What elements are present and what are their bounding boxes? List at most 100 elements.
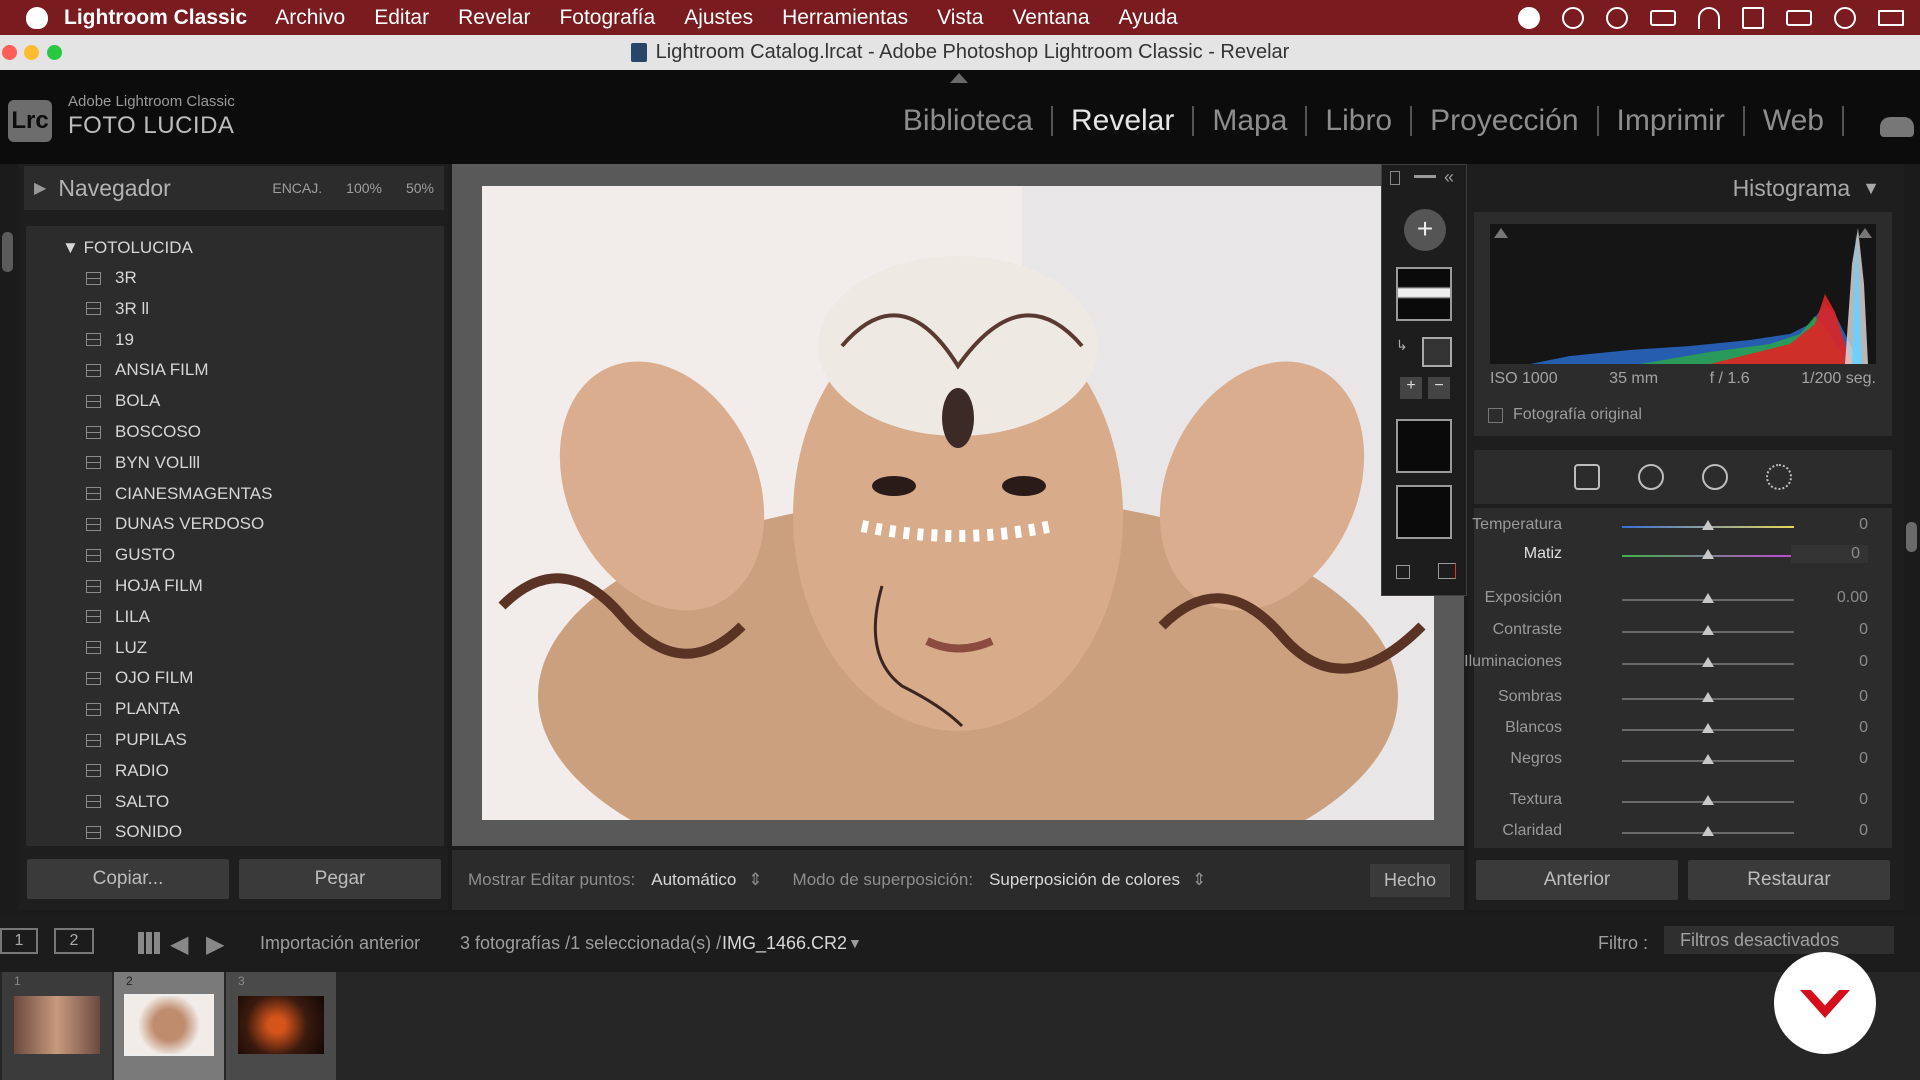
module-web[interactable]: Web	[1763, 104, 1824, 138]
source-label[interactable]: Importación anterior	[260, 933, 420, 954]
preset-item[interactable]: HOJA FILM	[86, 576, 203, 596]
menu-archivo[interactable]: Archivo	[275, 6, 345, 30]
collapse-triangle-icon[interactable]: ▼	[1862, 178, 1880, 199]
menu-fotografia[interactable]: Fotografía	[559, 6, 655, 30]
slider-knob[interactable]	[1702, 826, 1714, 836]
module-proyeccion[interactable]: Proyección	[1430, 104, 1578, 138]
slider-value[interactable]: 0	[1859, 516, 1868, 534]
preset-item[interactable]: 3R	[86, 268, 137, 288]
thumbnail-2[interactable]	[124, 994, 214, 1056]
show-overlay-checkbox[interactable]	[1396, 565, 1410, 579]
preset-item[interactable]: PLANTA	[86, 699, 180, 719]
paste-button[interactable]: Pegar	[239, 859, 441, 899]
mask-subtract-button[interactable]: −	[1428, 377, 1450, 399]
slider-knob[interactable]	[1702, 657, 1714, 667]
filename[interactable]: IMG_1466.CR2	[722, 933, 847, 954]
mask-thumbnail-3[interactable]	[1396, 485, 1452, 539]
histogram-graph[interactable]	[1490, 224, 1876, 364]
preset-item[interactable]: 3R ll	[86, 299, 149, 319]
brush-mask-icon[interactable]	[1422, 337, 1452, 367]
monitor-2-button[interactable]: 2	[54, 928, 94, 954]
thumbnail-1[interactable]	[14, 996, 100, 1054]
preset-item[interactable]: BOLA	[86, 391, 160, 411]
preset-item[interactable]: GUSTO	[86, 545, 175, 565]
control-center-icon[interactable]	[1878, 9, 1904, 26]
overlay-color-icon[interactable]	[1438, 563, 1456, 579]
grid-view-icon[interactable]	[138, 932, 160, 954]
expand-triangle-icon[interactable]: ▶	[34, 178, 46, 198]
menu-ajustes[interactable]: Ajustes	[684, 6, 753, 30]
module-imprimir[interactable]: Imprimir	[1617, 104, 1725, 138]
airplay-icon[interactable]	[1650, 9, 1676, 26]
preset-item[interactable]: 19	[86, 330, 134, 350]
preset-item[interactable]: RADIO	[86, 761, 169, 781]
slider-value[interactable]: 0	[1859, 719, 1868, 737]
preset-item[interactable]: LUZ	[86, 638, 147, 658]
volume-icon[interactable]	[1742, 6, 1764, 29]
healing-icon[interactable]	[1632, 458, 1670, 496]
slider-value[interactable]: 0.00	[1837, 589, 1868, 607]
filter-select[interactable]: Filtros desactivados	[1664, 926, 1894, 954]
module-revelar[interactable]: Revelar	[1071, 104, 1174, 138]
overlay-mode-select[interactable]: Superposición de colores	[989, 870, 1180, 890]
reset-button[interactable]: Restaurar	[1688, 860, 1890, 900]
preset-item[interactable]: DUNAS VERDOSO	[86, 514, 264, 534]
zoom-100[interactable]: 100%	[346, 180, 382, 196]
collapse-header-icon[interactable]	[950, 73, 968, 83]
menu-vista[interactable]: Vista	[937, 6, 983, 30]
preset-folder[interactable]: ▼ FOTOLUCIDA	[62, 238, 193, 258]
highlight-clipping-icon[interactable]	[1858, 228, 1872, 238]
minimize-panel-icon[interactable]	[1414, 175, 1436, 178]
sync-icon[interactable]	[1606, 6, 1628, 29]
slider-knob[interactable]	[1702, 754, 1714, 764]
original-photo-toggle[interactable]: Fotografía original	[1488, 406, 1642, 424]
preset-item[interactable]: LILA	[86, 607, 150, 627]
zoom-50[interactable]: 50%	[406, 180, 434, 196]
cloud-sync-icon[interactable]	[1880, 117, 1914, 137]
preset-item[interactable]: CIANESMAGENTAS	[86, 484, 272, 504]
filename-dropdown-icon[interactable]: ▼	[848, 935, 862, 951]
wifi-icon[interactable]	[1698, 6, 1720, 29]
crop-icon[interactable]	[1574, 464, 1600, 490]
menu-editar[interactable]: Editar	[374, 6, 429, 30]
main-photo[interactable]	[482, 186, 1434, 820]
navigator-header[interactable]: ▶ Navegador ENCAJ. 100% 50%	[24, 166, 444, 210]
right-scrollbar[interactable]	[1906, 522, 1917, 552]
slider-knob[interactable]	[1702, 549, 1714, 559]
slider-value[interactable]: 0	[1859, 621, 1868, 639]
panel-toggle-icon[interactable]	[1390, 171, 1400, 185]
slider-value[interactable]: 0	[1859, 822, 1868, 840]
module-mapa[interactable]: Mapa	[1212, 104, 1287, 138]
slider-value[interactable]: 0	[1859, 688, 1868, 706]
module-libro[interactable]: Libro	[1325, 104, 1392, 138]
thumbnail-3[interactable]	[238, 996, 324, 1054]
spotlight-search-icon[interactable]	[1834, 6, 1856, 29]
slider-knob[interactable]	[1702, 692, 1714, 702]
original-checkbox[interactable]	[1488, 407, 1503, 423]
record-icon[interactable]	[1518, 6, 1540, 29]
slider-knob[interactable]	[1702, 520, 1714, 530]
zoom-fit[interactable]: ENCAJ.	[272, 180, 322, 196]
done-button[interactable]: Hecho	[1369, 863, 1450, 897]
battery-icon[interactable]	[1786, 9, 1812, 26]
apple-icon[interactable]	[26, 6, 48, 29]
mask-thumbnail-2[interactable]	[1396, 419, 1452, 473]
preset-item[interactable]: OJO FILM	[86, 668, 193, 688]
mask-add-button[interactable]: +	[1400, 377, 1422, 399]
slider-value[interactable]: 0	[1859, 791, 1868, 809]
slider-value[interactable]: 0	[1859, 750, 1868, 768]
creative-cloud-icon[interactable]	[1562, 6, 1584, 29]
slider-value[interactable]: 0	[1859, 653, 1868, 671]
zoom-window-button[interactable]	[47, 45, 62, 60]
preset-item[interactable]: SONIDO	[86, 822, 182, 842]
show-edit-pins-select[interactable]: Automático	[651, 870, 736, 890]
filmstrip-cell-2[interactable]: 2	[114, 972, 224, 1080]
preset-item[interactable]: SALTO	[86, 792, 169, 812]
minimize-window-button[interactable]	[24, 45, 39, 60]
shadow-clipping-icon[interactable]	[1494, 228, 1508, 238]
module-biblioteca[interactable]: Biblioteca	[903, 104, 1033, 138]
slider-knob[interactable]	[1702, 795, 1714, 805]
slider-value[interactable]: 0	[1791, 545, 1868, 563]
forward-arrow-icon[interactable]: ▶	[206, 930, 224, 959]
red-eye-icon[interactable]	[1702, 464, 1728, 490]
